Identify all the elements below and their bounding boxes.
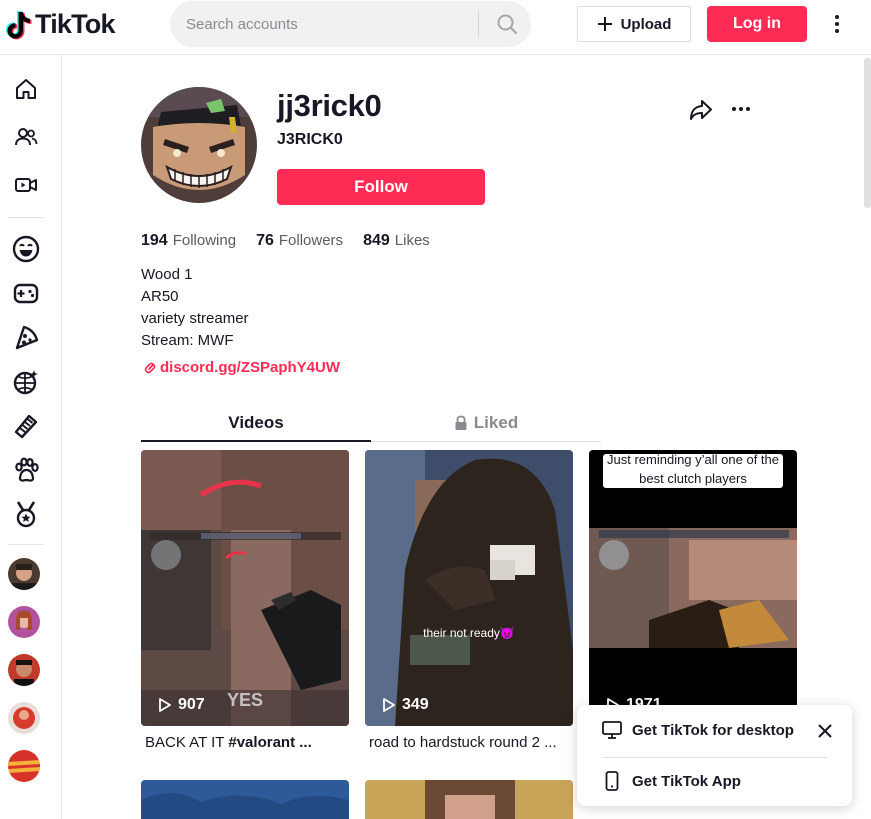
upload-button[interactable]: Upload	[577, 6, 691, 42]
tab-liked-label: Liked	[473, 413, 519, 432]
following-count[interactable]: 194 Following	[141, 232, 236, 250]
stat-value: 849	[363, 232, 390, 249]
profile-stats: 194 Following 76 Followers 849 Likes	[141, 232, 430, 250]
tiktok-logo[interactable]: TikTok	[6, 9, 116, 40]
video-thumbnail-image	[141, 780, 349, 819]
follow-button[interactable]: Follow	[277, 169, 485, 205]
likes-count: 849 Likes	[363, 232, 430, 250]
stat-label: Likes	[394, 232, 430, 249]
video-thumbnail[interactable]: Just reminding y’all one of the best clu…	[589, 450, 797, 726]
bio-line: AR50	[141, 288, 179, 305]
profile-avatar	[141, 87, 257, 203]
bio-line: Wood 1	[141, 266, 193, 283]
bio-line: Stream: MWF	[141, 332, 234, 349]
profile-username: jj3rick0	[277, 88, 382, 123]
view-count-value: 907	[178, 696, 205, 713]
gaming-icon[interactable]	[8, 275, 44, 311]
followers-count[interactable]: 76 Followers	[256, 232, 343, 250]
video-overlay-text: Just reminding y’all one of the best clu…	[607, 452, 779, 486]
more-menu-icon[interactable]	[826, 10, 848, 38]
get-desktop-label: Get TikTok for desktop	[632, 721, 794, 739]
popup-divider	[602, 757, 827, 758]
login-button[interactable]: Log in	[707, 6, 807, 42]
tab-videos[interactable]: Videos	[141, 405, 371, 442]
top-header: TikTok Upload Log in	[0, 0, 871, 55]
following-icon[interactable]	[8, 119, 44, 155]
stat-value: 76	[256, 232, 274, 249]
tab-videos-label: Videos	[228, 412, 284, 432]
suggested-account-avatar[interactable]	[8, 606, 40, 638]
plus-icon	[597, 17, 612, 31]
animals-icon[interactable]	[8, 452, 44, 488]
profile-tabs: Videos Liked	[141, 405, 601, 442]
get-desktop-button[interactable]: Get TikTok for desktop	[602, 720, 794, 740]
video-thumbnail-image: their not ready😈	[365, 450, 573, 726]
dance-icon[interactable]	[8, 364, 44, 400]
logo-text: TikTok	[35, 9, 116, 39]
caption-text: BACK AT IT	[145, 734, 229, 751]
search-divider	[478, 11, 479, 37]
bio-link[interactable]: discord.gg/ZSPaphY4UW	[143, 359, 340, 376]
video-overlay-text: YES	[227, 690, 263, 710]
video-thumbnail[interactable]	[141, 780, 349, 819]
search-button[interactable]	[484, 1, 530, 47]
suggested-account-avatar[interactable]	[8, 654, 40, 686]
play-icon	[383, 698, 395, 712]
caption-text: road to hardstuck round 2 ...	[369, 734, 557, 751]
caption-hashtag[interactable]: #valorant ...	[228, 734, 311, 751]
bio-link-text: discord.gg/ZSPaphY4UW	[160, 359, 341, 376]
profile-bio: Wood 1 AR50 variety streamer Stream: MWF	[141, 264, 249, 352]
suggested-account-avatar[interactable]	[8, 702, 40, 734]
profile-nickname: J3RICK0	[277, 131, 343, 148]
view-count-value: 349	[402, 696, 429, 713]
get-app-button[interactable]: Get TikTok App	[602, 771, 741, 791]
sports-icon[interactable]	[8, 496, 44, 532]
search-input[interactable]	[186, 1, 476, 47]
video-caption[interactable]: BACK AT IT #valorant ...	[145, 734, 353, 751]
bio-line: variety streamer	[141, 310, 249, 327]
sidebar-divider	[8, 217, 44, 218]
lock-icon	[455, 415, 467, 430]
live-icon[interactable]	[8, 167, 44, 203]
get-app-label: Get TikTok App	[632, 772, 741, 790]
share-icon[interactable]	[688, 97, 714, 123]
food-icon[interactable]	[8, 320, 44, 356]
comedy-icon[interactable]	[8, 231, 44, 267]
video-thumbnail-image: Just reminding y’all one of the best clu…	[589, 450, 797, 726]
stat-label: Followers	[278, 232, 344, 249]
video-overlay-text: their not ready😈	[423, 626, 515, 640]
video-thumbnail[interactable]: YES 907	[141, 450, 349, 726]
link-icon	[144, 362, 156, 373]
video-thumbnail[interactable]: their not ready😈 349	[365, 450, 573, 726]
video-caption[interactable]: road to hardstuck round 2 ...	[369, 734, 577, 751]
view-count: 349	[382, 696, 429, 714]
profile-more-icon[interactable]	[728, 98, 754, 120]
sidebar-divider	[8, 544, 44, 545]
home-icon[interactable]	[8, 71, 44, 107]
tab-liked[interactable]: Liked	[371, 405, 601, 441]
scrollbar[interactable]	[864, 58, 871, 208]
video-thumbnail-image	[365, 780, 573, 819]
search-icon	[497, 14, 518, 35]
play-icon	[159, 698, 171, 712]
tiktok-note-icon	[6, 10, 32, 39]
upload-label: Upload	[620, 15, 672, 33]
stat-label: Following	[172, 232, 237, 249]
close-icon[interactable]	[816, 722, 834, 740]
suggested-account-avatar[interactable]	[8, 750, 40, 782]
sidebar	[0, 55, 62, 819]
phone-icon	[605, 771, 619, 791]
monitor-icon	[602, 721, 622, 739]
video-thumbnail[interactable]	[365, 780, 573, 819]
video-thumbnail-image: YES	[141, 450, 349, 726]
search-bar	[170, 1, 531, 47]
view-count: 907	[158, 696, 205, 714]
suggested-account-avatar[interactable]	[8, 558, 40, 590]
stat-value: 194	[141, 232, 168, 249]
get-app-popup: Get TikTok for desktop Get TikTok App	[577, 705, 852, 806]
beauty-icon[interactable]	[8, 408, 44, 444]
